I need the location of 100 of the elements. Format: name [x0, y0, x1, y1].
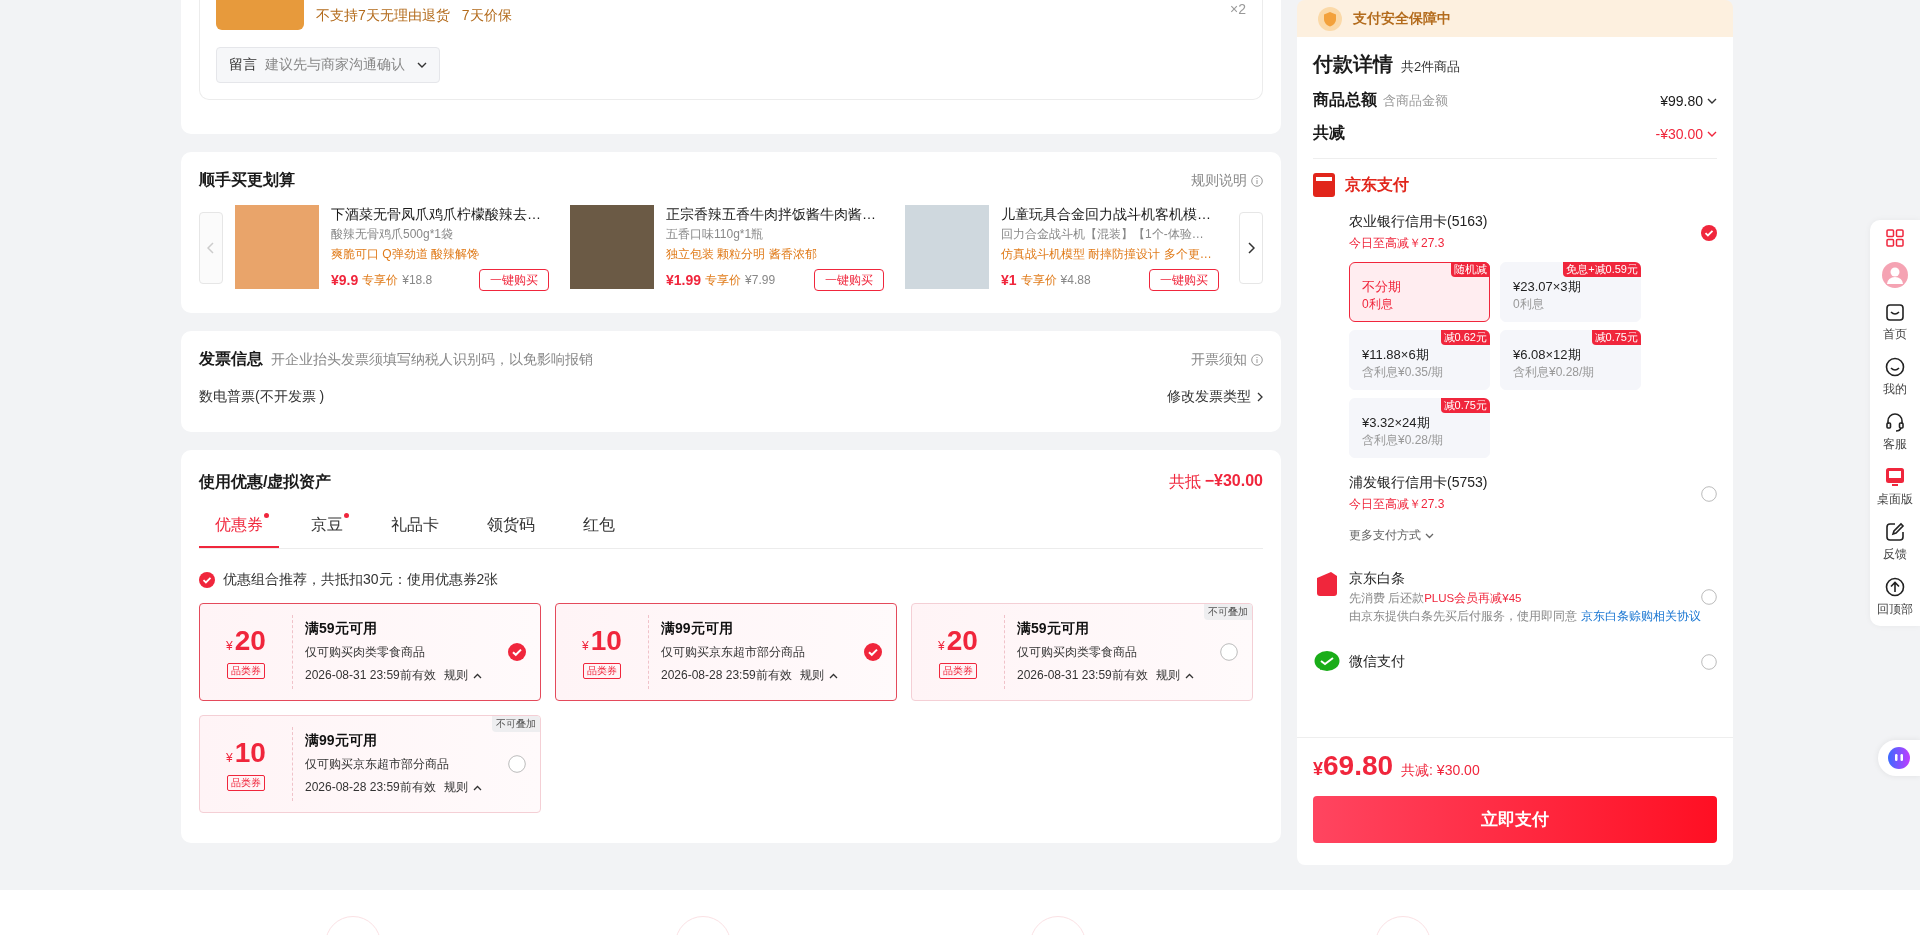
total-amount: 69.80	[1323, 750, 1394, 782]
tool-button[interactable]	[1882, 262, 1908, 288]
previous-button[interactable]	[199, 212, 223, 284]
chat-bubble-icon	[1313, 650, 1341, 674]
coupon-scope: 仅可购买京东超市部分商品	[305, 756, 450, 773]
tab[interactable]: 京豆	[295, 515, 359, 548]
member-price: ¥7.99	[745, 273, 776, 287]
invoice-type: 数电普票(不开发票 )	[199, 388, 325, 406]
coupon-expiry: 2026-08-31 23:59前有效	[305, 667, 436, 684]
chevron-up-icon	[828, 672, 838, 679]
buy-button[interactable]: 一键购买	[1149, 269, 1219, 291]
tab[interactable]: 红包	[567, 515, 631, 548]
payment-title: 付款详情	[1313, 52, 1393, 77]
subtotal-hint: 含商品金额	[1383, 93, 1448, 108]
pay-button[interactable]: 立即支付	[1313, 796, 1717, 843]
method-intro: 先消费 后还款	[1349, 592, 1425, 604]
recommendation-text: 优惠组合推荐，共抵扣30元：使用优惠券2张	[223, 571, 499, 589]
chevron-right-icon	[1257, 392, 1263, 402]
info-icon	[1251, 174, 1263, 187]
rules-link[interactable]: 规则	[443, 667, 482, 684]
bank-card-name[interactable]: 浦发银行信用卡(5753)	[1349, 474, 1488, 492]
stack-tag: 不可叠加	[1204, 604, 1252, 620]
coupon[interactable]: 不可叠加 ¥10 品类券 满99元可用 仅可购买京东超市部分商品 2026-08-28 23:59前有效 规则	[199, 715, 541, 813]
product-name[interactable]: 儿童玩具合金回力战斗机客机模…	[1001, 205, 1219, 223]
return-policy: 不支持7天无理由退货	[316, 7, 450, 25]
coupon-category: 品类券	[227, 663, 265, 679]
chevron-down-icon	[1425, 532, 1434, 539]
buy-button[interactable]: 一键购买	[814, 269, 884, 291]
change-invoice-link[interactable]: 修改发票类型	[1167, 388, 1263, 406]
security-text: 支付安全保障中	[1353, 10, 1451, 28]
invoice-notice-link[interactable]: 开票须知	[1191, 350, 1263, 369]
radio-icon[interactable]	[1701, 654, 1717, 670]
checkbox-icon[interactable]	[1220, 643, 1238, 661]
headset-icon	[1885, 412, 1905, 432]
section-title: 发票信息	[199, 349, 263, 369]
installment-option[interactable]: 减0.75元 ¥3.32×24期 含利息¥0.28/期	[1349, 398, 1490, 458]
reduction-amount[interactable]: -¥30.00	[1655, 125, 1717, 142]
rules-link[interactable]: 规则	[443, 779, 482, 796]
rules-link[interactable]: 规则	[1155, 667, 1194, 684]
product-name[interactable]: 正宗香辣五香牛肉拌饭酱牛肉酱…	[666, 205, 884, 223]
quantity-text: ×2	[1230, 1, 1246, 17]
chevron-up-icon	[1184, 672, 1194, 679]
rules-link[interactable]: 规则说明	[1191, 171, 1263, 190]
radio-checked-icon[interactable]	[1701, 224, 1717, 241]
coupon[interactable]: 不可叠加 ¥20 品类券 满59元可用 仅可购买肉类零食商品 2026-08-31 23:59前有效 规则	[911, 603, 1253, 701]
rules-link[interactable]: 规则	[799, 667, 838, 684]
installment-option[interactable]: 减0.75元 ¥6.08×12期 含利息¥0.28/期	[1500, 330, 1641, 390]
next-button[interactable]	[1239, 212, 1263, 284]
chevron-down-icon	[1707, 97, 1717, 104]
radio-icon[interactable]	[1701, 589, 1717, 605]
product-tags: 爽脆可口 Q弹劲道 酸辣解馋	[331, 246, 549, 263]
bank-card-name[interactable]: 农业银行信用卡(5163)	[1349, 213, 1488, 231]
assistant-button[interactable]	[1878, 740, 1920, 776]
tool-button[interactable]: 桌面版	[1877, 467, 1913, 508]
remark-dropdown[interactable]: 留言 建议先与商家沟通确认	[216, 47, 440, 83]
member-price: ¥4.88	[1060, 273, 1091, 287]
chevron-right-icon	[1247, 242, 1255, 254]
reduction-label: 共减	[1313, 123, 1345, 143]
price-text: ¥9.9	[331, 272, 359, 288]
coupon[interactable]: ¥10 品类券 满99元可用 仅可购买京东超市部分商品 2026-08-28 23:59前有效 规则	[555, 603, 897, 701]
invoice-hint: 开企业抬头发票须填写纳税人识别码，以免影响报销	[271, 351, 593, 369]
tab[interactable]: 优惠券	[199, 515, 279, 548]
wallet-icon	[1313, 173, 1335, 197]
price-guarantee: 7天价保	[461, 7, 512, 25]
checkbox-checked-icon[interactable]	[199, 572, 215, 588]
member-price-label: 专享价	[705, 271, 742, 289]
subtotal-amount[interactable]: ¥99.80	[1660, 92, 1717, 109]
currency-symbol: ¥	[582, 639, 589, 653]
coupon-expiry: 2026-08-31 23:59前有效	[1017, 667, 1148, 684]
pay-method-name[interactable]: 京东白条	[1349, 570, 1701, 588]
buy-button[interactable]: 一键购买	[479, 269, 549, 291]
coupon-category: 品类券	[939, 663, 977, 679]
installment-option[interactable]: 免息+减0.59元 ¥23.07×3期 0利息	[1500, 262, 1641, 322]
tool-button[interactable]: 回顶部	[1877, 577, 1913, 618]
bot-icon	[1888, 747, 1910, 769]
coupon-scope: 仅可购买肉类零食商品	[305, 644, 426, 661]
checkbox-checked-icon[interactable]	[508, 643, 526, 661]
tool-button[interactable]: 首页	[1883, 302, 1907, 343]
coupon-amount: 10	[590, 625, 622, 657]
radio-icon[interactable]	[1701, 485, 1717, 502]
tab[interactable]: 领货码	[471, 515, 551, 548]
member-price-label: 专享价	[1020, 271, 1057, 289]
checkbox-checked-icon[interactable]	[864, 643, 882, 661]
coupon-amount: 10	[234, 737, 266, 769]
member-price-label: 专享价	[362, 271, 399, 289]
checkbox-icon[interactable]	[508, 755, 526, 773]
tool-button[interactable]	[1885, 228, 1905, 248]
agreement-link[interactable]: 京东白条赊购相关协议	[1581, 610, 1701, 622]
smile-icon	[1885, 357, 1905, 377]
installment-option[interactable]: 减0.62元 ¥11.88×6期 含利息¥0.35/期	[1349, 330, 1490, 390]
tool-button[interactable]: 我的	[1883, 357, 1907, 398]
member-price: ¥18.8	[402, 273, 433, 287]
more-methods-link[interactable]: 更多支付方式	[1349, 527, 1434, 544]
tool-button[interactable]: 反馈	[1883, 522, 1907, 563]
tab[interactable]: 礼品卡	[375, 515, 455, 548]
product-name[interactable]: 下酒菜无骨凤爪鸡爪柠檬酸辣去…	[331, 205, 549, 223]
coupon[interactable]: ¥20 品类券 满59元可用 仅可购买肉类零食商品 2026-08-31 23:59前有效 规则	[199, 603, 541, 701]
tool-button[interactable]: 客服	[1883, 412, 1907, 453]
installment-option[interactable]: 随机减 不分期 0利息	[1349, 262, 1490, 322]
pay-method-name[interactable]: 微信支付	[1349, 653, 1701, 671]
